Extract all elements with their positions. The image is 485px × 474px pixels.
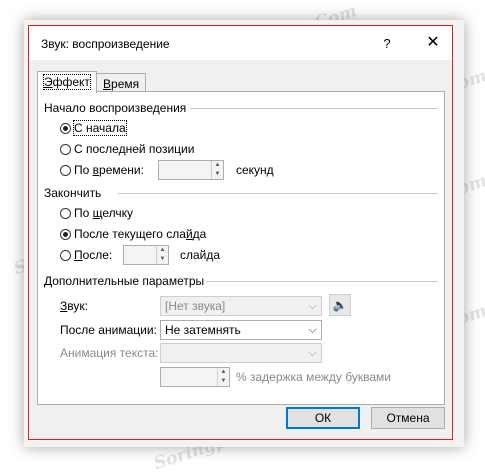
tab-time[interactable]: Время	[96, 73, 147, 92]
start-from-beginning-label[interactable]: С начала	[73, 120, 127, 136]
sound-playback-dialog: Звук: воспроизведение ? ✕ Эффект Время Н…	[28, 25, 453, 440]
letter-delay-spinner[interactable]: ▲ ▼	[160, 367, 230, 387]
tab-effect-label: Эффект	[43, 74, 91, 90]
title-bar: Звук: воспроизведение ? ✕	[29, 26, 452, 60]
chevron-down-icon[interactable]: ⌵	[304, 344, 321, 362]
divider	[190, 108, 438, 109]
cancel-button[interactable]: Отмена	[371, 407, 445, 429]
stop-after-current-slide-radio[interactable]	[60, 229, 71, 240]
start-at-time-label[interactable]: По времени:	[74, 163, 144, 177]
after-animation-select[interactable]: Не затемнять ⌵	[160, 320, 322, 340]
stop-after-current-slide-label[interactable]: После текущего слайда	[74, 227, 206, 241]
spinner-arrows[interactable]: ▲ ▼	[156, 246, 168, 264]
dialog-title: Звук: воспроизведение	[41, 37, 170, 51]
advanced-group-title: Дополнительные параметры	[44, 274, 205, 288]
divider	[118, 193, 438, 194]
spin-up-icon[interactable]: ▲	[157, 246, 168, 255]
stop-after-slides-radio[interactable]	[60, 250, 71, 261]
sound-select-value: [Нет звука]	[165, 299, 226, 313]
letter-delay-label: % задержка между буквами	[236, 370, 391, 384]
chevron-down-icon[interactable]: ⌵	[304, 297, 321, 315]
text-animation-select[interactable]: ⌵	[160, 343, 322, 363]
help-icon[interactable]: ?	[377, 34, 397, 54]
spinner-arrows[interactable]: ▲ ▼	[217, 368, 229, 386]
start-time-unit: секунд	[236, 163, 274, 177]
divider	[206, 281, 438, 282]
tab-time-label: Время	[103, 77, 140, 91]
start-from-last-position-label[interactable]: С последней позиции	[74, 142, 194, 156]
after-animation-label: После анимации:	[60, 323, 157, 337]
spin-down-icon[interactable]: ▼	[218, 377, 229, 386]
close-icon[interactable]: ✕	[423, 33, 443, 53]
ok-button[interactable]: ОК	[286, 407, 360, 429]
spin-up-icon[interactable]: ▲	[218, 368, 229, 377]
text-animation-label: Анимация текста:	[60, 346, 159, 360]
speaker-icon[interactable]: 🔈	[329, 294, 351, 316]
start-from-beginning-radio[interactable]	[60, 123, 71, 134]
effect-panel: Начало воспроизведения С начала С послед…	[37, 91, 445, 405]
sound-select[interactable]: [Нет звука] ⌵	[160, 296, 322, 316]
stop-on-click-label[interactable]: По щелчку	[74, 206, 133, 220]
tab-effect[interactable]: Эффект	[37, 71, 97, 93]
spin-down-icon[interactable]: ▼	[157, 255, 168, 264]
start-group-title: Начало воспроизведения	[44, 101, 187, 115]
start-from-last-position-radio[interactable]	[60, 144, 71, 155]
start-at-time-radio[interactable]	[60, 165, 71, 176]
start-time-spinner[interactable]: ▲ ▼	[158, 160, 224, 180]
spin-up-icon[interactable]: ▲	[212, 161, 223, 170]
stop-on-click-radio[interactable]	[60, 208, 71, 219]
spin-down-icon[interactable]: ▼	[212, 170, 223, 179]
spinner-arrows[interactable]: ▲ ▼	[211, 161, 223, 179]
chevron-down-icon[interactable]: ⌵	[304, 321, 321, 339]
stop-after-unit: слайда	[180, 248, 221, 262]
stop-group-title: Закончить	[44, 186, 102, 200]
after-animation-value: Не затемнять	[165, 323, 241, 337]
stop-after-slides-spinner[interactable]: ▲ ▼	[123, 245, 169, 265]
sound-label: Звук:	[60, 299, 88, 313]
stop-after-slides-label[interactable]: После:	[74, 248, 112, 262]
